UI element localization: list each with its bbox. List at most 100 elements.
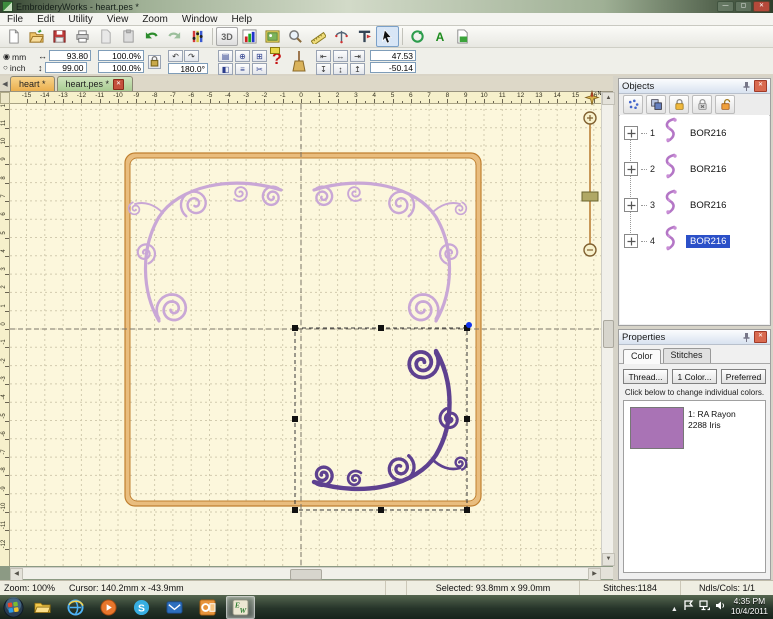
unit-mm-radio[interactable]: ◉ mm xyxy=(3,51,26,62)
explorer-icon[interactable] xyxy=(28,596,57,619)
design-thumbnail[interactable] xyxy=(661,153,681,185)
properties-close-icon[interactable]: ✕ xyxy=(754,331,767,343)
rotate-right-button[interactable]: ↷ xyxy=(184,50,199,62)
object-label[interactable]: BOR216 xyxy=(686,163,730,176)
save-icon[interactable] xyxy=(48,26,71,47)
object-row[interactable]: 1BOR216 xyxy=(620,115,769,151)
close-button[interactable]: ✕ xyxy=(753,1,770,12)
design-object-2[interactable] xyxy=(314,183,466,321)
internet-explorer-icon[interactable] xyxy=(61,596,90,619)
split-view-icon[interactable]: ▤ xyxy=(218,50,233,62)
tab-scroll-left-icon[interactable]: ◀ xyxy=(0,80,10,91)
scroll-up-icon[interactable]: ▲ xyxy=(602,92,615,105)
align-left-icon[interactable]: ⇤ xyxy=(316,50,331,62)
rotation-field[interactable] xyxy=(168,63,208,74)
minimize-button[interactable]: — xyxy=(717,1,734,12)
stack-order-icon[interactable] xyxy=(646,95,666,114)
zoom-slider[interactable] xyxy=(582,112,598,256)
taskbar-clock[interactable]: 4:35 PM10/4/2011 xyxy=(731,597,768,617)
vscroll-thumb[interactable] xyxy=(603,320,614,348)
tsquare-icon[interactable] xyxy=(353,26,376,47)
align-right-icon[interactable]: ⇥ xyxy=(350,50,365,62)
3d-view-button[interactable]: 3D xyxy=(216,27,238,46)
refresh-icon[interactable] xyxy=(406,26,429,47)
expand-icon[interactable] xyxy=(624,198,638,212)
group-select-icon[interactable] xyxy=(623,95,643,114)
live-mail-icon[interactable] xyxy=(160,596,189,619)
embroideryworks-icon[interactable]: EW xyxy=(226,596,255,619)
export-icon[interactable] xyxy=(451,26,474,47)
volume-icon[interactable] xyxy=(715,598,726,616)
menu-zoom[interactable]: Zoom xyxy=(135,14,175,25)
new-icon[interactable] xyxy=(2,26,25,47)
expand-icon[interactable] xyxy=(624,234,638,248)
center-design-icon[interactable]: ⊕ xyxy=(235,50,250,62)
align-middle-icon[interactable]: ↨ xyxy=(333,63,348,75)
properties-tab-color[interactable]: Color xyxy=(623,349,661,364)
sequence-icon[interactable]: ≡ xyxy=(235,63,250,75)
design-check-icon[interactable]: ? xyxy=(272,52,282,68)
page-icon[interactable] xyxy=(94,26,117,47)
undo-icon[interactable] xyxy=(140,26,163,47)
selection-handle[interactable] xyxy=(378,325,384,331)
start-button[interactable] xyxy=(0,596,26,619)
menu-file[interactable]: File xyxy=(0,14,30,25)
contrast-view-icon[interactable]: ◧ xyxy=(218,63,233,75)
rotation-handle[interactable] xyxy=(466,322,472,328)
outlook-icon[interactable] xyxy=(193,596,222,619)
menu-window[interactable]: Window xyxy=(175,14,225,25)
height-percent-field[interactable] xyxy=(98,62,144,73)
menu-help[interactable]: Help xyxy=(224,14,259,25)
design-object-1[interactable] xyxy=(129,183,281,321)
menu-edit[interactable]: Edit xyxy=(30,14,61,25)
design-canvas[interactable] xyxy=(10,104,601,566)
pin-icon[interactable] xyxy=(742,81,751,92)
clean-broom-icon[interactable] xyxy=(292,51,306,74)
height-field[interactable] xyxy=(45,62,87,73)
rotate-left-button[interactable]: ↶ xyxy=(168,50,183,62)
width-percent-field[interactable] xyxy=(98,50,144,61)
network-icon[interactable] xyxy=(699,598,710,616)
chart-icon[interactable] xyxy=(238,26,261,47)
scroll-down-icon[interactable]: ▼ xyxy=(602,553,615,566)
grid-icon[interactable]: ⊞ xyxy=(252,50,267,62)
skype-icon[interactable]: S xyxy=(127,596,156,619)
1-color-button[interactable]: 1 Color... xyxy=(672,369,717,384)
pin-tool-icon[interactable] xyxy=(330,26,353,47)
aspect-lock-button[interactable] xyxy=(148,55,161,69)
trim-icon[interactable]: ✂ xyxy=(252,63,267,75)
unit-inch-radio[interactable]: ○ inch xyxy=(3,62,26,73)
lock-disabled-icon[interactable] xyxy=(692,95,712,114)
expand-icon[interactable] xyxy=(624,162,638,176)
lettering-button[interactable]: A xyxy=(429,27,451,46)
select-cursor-icon[interactable] xyxy=(376,26,399,47)
design-thumbnail[interactable] xyxy=(661,225,681,257)
preferred-button[interactable]: Preferred xyxy=(721,369,766,384)
zoom-tool-icon[interactable] xyxy=(284,26,307,47)
align-center-h-icon[interactable]: ↔ xyxy=(333,50,348,62)
design-object-4-selected[interactable] xyxy=(314,351,466,489)
selection-handle[interactable] xyxy=(292,507,298,513)
maximize-button[interactable]: ▢ xyxy=(735,1,752,12)
object-row[interactable]: 3BOR216 xyxy=(620,187,769,223)
selection-handle[interactable] xyxy=(464,507,470,513)
measure-icon[interactable] xyxy=(307,26,330,47)
thread-swatch[interactable] xyxy=(630,407,684,449)
hscroll-thumb[interactable] xyxy=(290,569,322,580)
selection-handle[interactable] xyxy=(292,325,298,331)
object-label[interactable]: BOR216 xyxy=(686,199,730,212)
align-top-icon[interactable]: ↥ xyxy=(350,63,365,75)
align-bottom-icon[interactable]: ↧ xyxy=(316,63,331,75)
width-field[interactable] xyxy=(49,50,91,61)
media-player-icon[interactable] xyxy=(94,596,123,619)
title-bar[interactable]: EmbroideryWorks - heart.pes * — ▢ ✕ xyxy=(0,0,773,13)
object-label[interactable]: BOR216 xyxy=(686,127,730,140)
document-tab-2[interactable]: heart.pes *✕ xyxy=(57,76,134,91)
pin-icon[interactable] xyxy=(742,332,751,343)
design-thumbnail[interactable] xyxy=(661,189,681,221)
properties-tab-stitches[interactable]: Stitches xyxy=(663,348,711,363)
zoom-slider-handle[interactable] xyxy=(582,192,598,201)
open-icon[interactable] xyxy=(25,26,48,47)
lock-open-icon[interactable] xyxy=(715,95,735,114)
adjust-colors-icon[interactable] xyxy=(186,26,209,47)
